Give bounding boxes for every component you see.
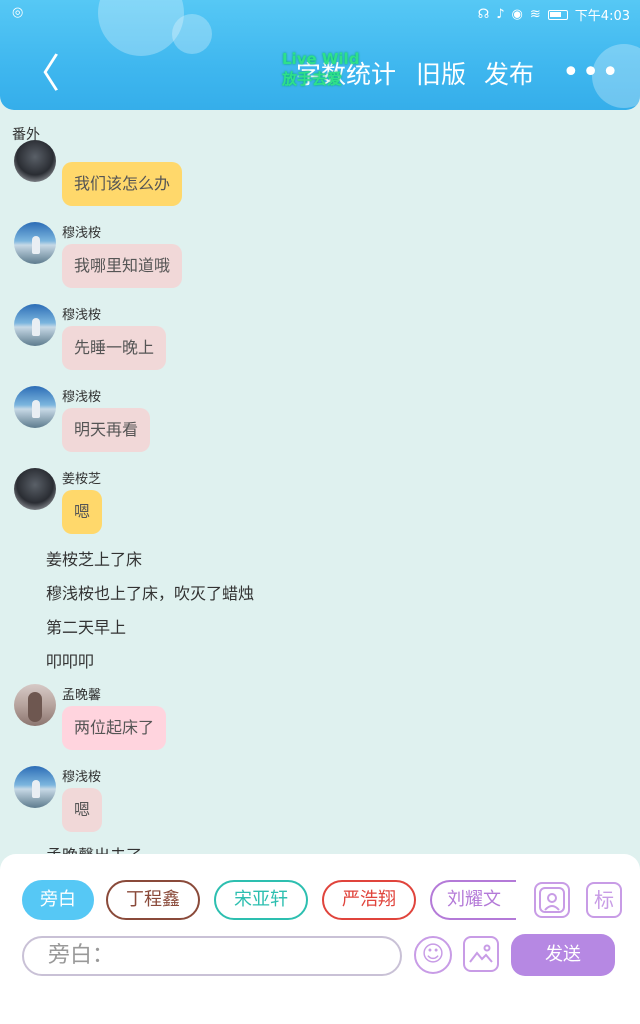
status-bar: ◎ ☊ ♪ ◉ ≋ 下午4:03 <box>0 0 640 26</box>
message-bubble: 先睡一晚上 <box>62 326 167 370</box>
back-icon[interactable]: 〈 <box>20 54 60 94</box>
narration-line: 孟晚馨出去了 <box>46 842 142 854</box>
narration-line: 姜桉芝上了床 <box>46 550 143 569</box>
avatar[interactable] <box>14 386 56 428</box>
app-icon: ◎ <box>12 5 24 20</box>
wifi-icon: ≋ <box>529 7 541 22</box>
avatar[interactable] <box>14 468 56 510</box>
avatar[interactable] <box>14 766 56 808</box>
avatar[interactable] <box>14 304 56 346</box>
character-icon[interactable] <box>534 882 570 918</box>
person-icon <box>539 887 565 913</box>
input-panel: 旁白 丁程鑫 宋亚轩 严浩翔 刘耀文 标 旁白： ☺ 发送 <box>0 854 640 1024</box>
top-header: ◎ ☊ ♪ ◉ ≋ 下午4:03 〈 字数统计 旧版 发布 ••• Live W… <box>0 0 640 110</box>
avatar[interactable] <box>14 222 56 264</box>
chat-area[interactable]: 番外 我们该怎么办 穆浅桉 我哪里知道哦 穆浅桉 先睡一晚上 穆浅桉 明天再看 … <box>0 110 640 854</box>
sender-name: 穆浅桉 <box>62 226 102 241</box>
mute-icon: ♪ <box>496 7 505 22</box>
message-bubble: 明天再看 <box>62 408 151 452</box>
chip-character[interactable]: 严浩翔 <box>322 880 416 920</box>
status-time: 下午4:03 <box>574 9 630 24</box>
publish-button[interactable]: 发布 <box>484 60 534 90</box>
avatar[interactable] <box>14 684 56 726</box>
message-bubble: 嗯 <box>62 490 103 534</box>
sender-name: 孟晚馨 <box>62 688 102 703</box>
narration-line: 第二天早上 <box>46 618 127 637</box>
chip-character[interactable]: 宋亚轩 <box>214 880 308 920</box>
sender-name: 穆浅桉 <box>62 390 102 405</box>
chip-character[interactable]: 丁程鑫 <box>106 880 200 920</box>
sender-name: 穆浅桉 <box>62 770 102 785</box>
headphone-icon: ☊ <box>477 7 490 22</box>
eye-icon: ◉ <box>511 7 523 22</box>
narration-line: 叩叩叩 <box>46 652 95 671</box>
chip-narrator[interactable]: 旁白 <box>22 880 94 920</box>
sender-name: 姜桉芝 <box>62 472 102 487</box>
more-icon[interactable]: ••• <box>562 58 621 88</box>
watermark-line-2: 放手去爱 <box>282 70 343 88</box>
sender-name: 穆浅桉 <box>62 308 102 323</box>
message-input[interactable]: 旁白： <box>22 936 402 976</box>
narration-line: 穆浅桉也上了床，吹灭了蜡烛 <box>46 584 255 603</box>
message-bubble: 两位起床了 <box>62 706 167 750</box>
emoji-icon[interactable]: ☺ <box>414 936 452 974</box>
avatar[interactable] <box>14 140 56 182</box>
message-bubble: 嗯 <box>62 788 103 832</box>
old-version-button[interactable]: 旧版 <box>416 60 466 90</box>
chip-character[interactable]: 刘耀文 <box>430 880 516 920</box>
send-button[interactable]: 发送 <box>511 934 615 976</box>
tag-button[interactable]: 标 <box>586 882 622 918</box>
picture-icon <box>469 944 493 963</box>
message-bubble: 我们该怎么办 <box>62 162 183 206</box>
watermark: Live Wild 放手去爱 <box>282 50 359 88</box>
image-icon[interactable] <box>463 936 499 972</box>
battery-icon <box>547 9 568 20</box>
message-bubble: 我哪里知道哦 <box>62 244 183 288</box>
watermark-line-1: Live Wild <box>282 50 360 68</box>
